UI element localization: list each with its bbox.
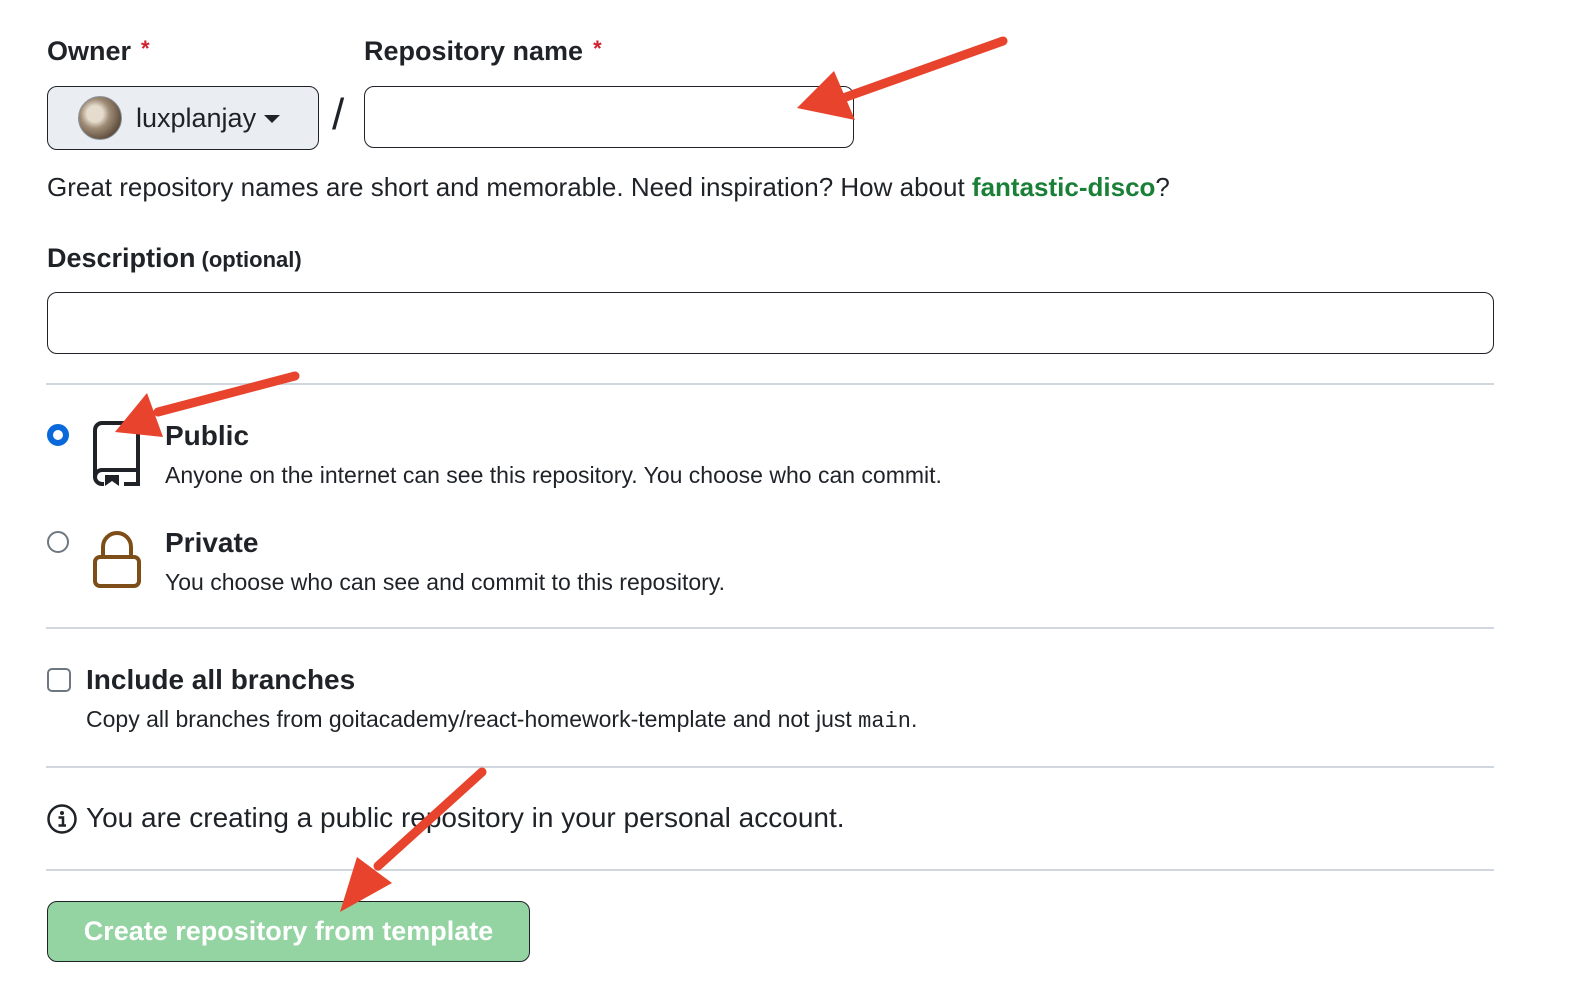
branches-desc-text: Copy all branches from goitacademy/react… [86, 706, 859, 732]
repo-name-label-text: Repository name [364, 36, 584, 66]
repo-icon [93, 421, 140, 486]
visibility-public-desc: Anyone on the internet can see this repo… [165, 462, 942, 488]
visibility-private-desc: You choose who can see and commit to thi… [165, 569, 725, 595]
branch-name-code: main [858, 709, 911, 734]
avatar [78, 96, 122, 140]
info-icon [47, 804, 77, 834]
owner-name: luxplanjay [136, 102, 257, 133]
include-branches-checkbox[interactable] [47, 668, 71, 692]
optional-note: (optional) [201, 247, 302, 272]
owner-select-button[interactable]: luxplanjay [47, 86, 319, 150]
description-label-text: Description [47, 243, 196, 273]
hint-text: Great repository names are short and mem… [47, 172, 972, 202]
divider [46, 627, 1494, 629]
divider [46, 869, 1494, 871]
owner-repo-separator: / [332, 90, 345, 139]
divider [46, 383, 1494, 385]
visibility-public-title[interactable]: Public [165, 420, 249, 452]
divider [46, 766, 1494, 768]
repo-name-hint: Great repository names are short and mem… [47, 172, 1170, 203]
caret-down-icon [264, 115, 281, 123]
branches-desc-suffix: . [910, 706, 918, 732]
visibility-public-radio[interactable] [47, 424, 69, 446]
required-marker: * [141, 36, 150, 61]
suggestion-link[interactable]: fantastic-disco [972, 172, 1156, 202]
include-branches-title[interactable]: Include all branches [86, 664, 355, 696]
owner-label-text: Owner [47, 36, 132, 66]
repo-name-input[interactable] [364, 86, 854, 148]
visibility-private-radio[interactable] [47, 531, 69, 553]
visibility-private-title[interactable]: Private [165, 527, 258, 559]
lock-icon [93, 531, 141, 588]
description-label: Description (optional) [47, 243, 302, 274]
annotation-arrows [115, 36, 1008, 912]
visibility-notice: You are creating a public repository in … [86, 802, 845, 833]
description-input[interactable] [47, 292, 1494, 354]
required-marker: * [593, 36, 602, 61]
owner-label: Owner * [47, 36, 150, 67]
annotation-arrow [340, 767, 487, 912]
hint-suffix: ? [1155, 172, 1170, 202]
create-repository-button[interactable]: Create repository from template [47, 901, 530, 962]
repo-name-label: Repository name * [364, 36, 602, 67]
include-branches-desc: Copy all branches from goitacademy/react… [86, 706, 917, 734]
